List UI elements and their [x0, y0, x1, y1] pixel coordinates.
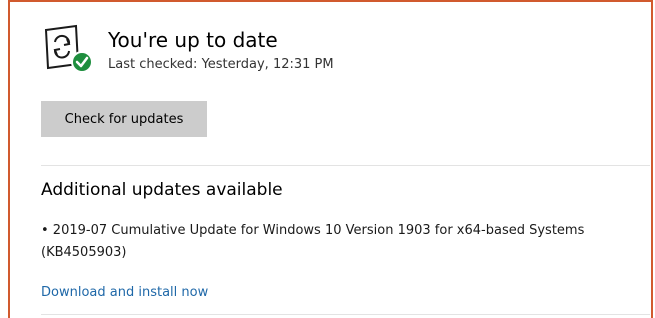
last-checked-text: Last checked: Yesterday, 12:31 PM: [108, 57, 334, 72]
update-kb-number: (KB4505903): [41, 245, 127, 260]
divider: [41, 314, 650, 315]
check-for-updates-button[interactable]: Check for updates: [41, 101, 207, 137]
update-name: • 2019-07 Cumulative Update for Windows …: [41, 223, 585, 238]
download-and-install-link[interactable]: Download and install now: [41, 285, 208, 300]
status-title: You're up to date: [108, 28, 278, 52]
window-frame: You're up to date Last checked: Yesterda…: [8, 0, 653, 318]
sync-check-icon: [40, 24, 100, 76]
divider: [41, 165, 650, 166]
update-list-item: • 2019-07 Cumulative Update for Windows …: [41, 220, 653, 264]
additional-updates-title: Additional updates available: [41, 180, 283, 200]
